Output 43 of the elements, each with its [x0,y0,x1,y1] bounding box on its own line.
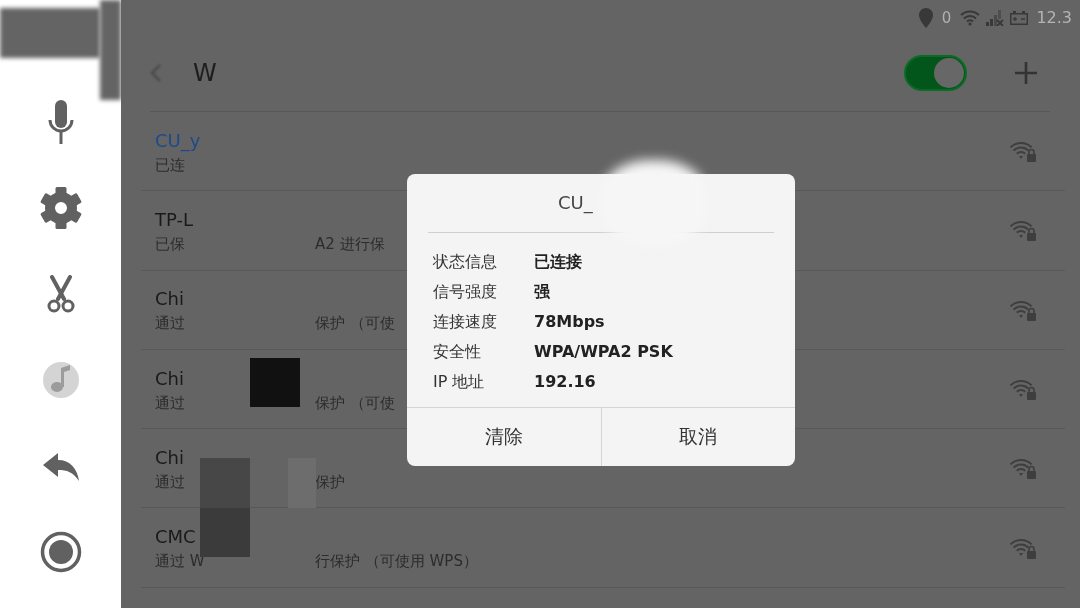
clock-text: 12.3 [1036,7,1072,28]
microphone-icon[interactable] [46,100,75,144]
info-value: WPA/WPA2 PSK [534,341,673,363]
network-status-text: A2 进行保 [315,233,385,254]
info-value: 强 [534,281,550,303]
info-label: 状态信息 [433,251,497,273]
wifi-lock-icon [1010,457,1036,480]
wlan-toggle[interactable] [904,55,967,91]
count-label: 0 [941,7,952,28]
reply-arrow-icon[interactable] [42,451,79,481]
mosaic-block [200,458,250,508]
dialog-title: CU_ [558,191,593,215]
info-label: IP 地址 [433,371,485,393]
battery-icon [1010,10,1029,25]
wifi-lock-icon [1010,140,1036,163]
network-name: CMC [155,526,196,549]
location-pin-icon [918,7,933,28]
info-value: 已连接 [534,251,582,273]
music-note-icon[interactable] [42,362,79,398]
wifi-lock-icon [1010,219,1036,242]
network-name: TP-L [155,208,193,231]
info-label: 信号强度 [433,281,497,303]
network-name: Chi [155,288,184,311]
page-title: W [193,58,217,88]
info-label: 连接速度 [433,311,497,333]
network-status-text: 保护 [315,471,345,492]
scissors-icon[interactable] [45,275,76,313]
network-status-text: 已保 [155,233,185,254]
no-signal-icon [986,9,1005,26]
network-name: Chi [155,446,184,469]
info-value: 192.16 [534,371,596,393]
wifi-lock-icon [1010,298,1036,321]
settings-icon[interactable] [39,187,82,229]
info-label: 安全性 [433,341,481,363]
record-icon[interactable] [39,531,82,573]
wifi-lock-icon [1010,378,1036,401]
wifi-lock-icon [1010,536,1036,559]
network-name: CU_y [155,129,201,152]
cancel-button[interactable]: 取消 [600,408,795,466]
info-value: 78Mbps [534,311,605,333]
mosaic-block [250,358,300,407]
wifi-icon [960,9,981,26]
network-name: Chi [155,367,184,390]
